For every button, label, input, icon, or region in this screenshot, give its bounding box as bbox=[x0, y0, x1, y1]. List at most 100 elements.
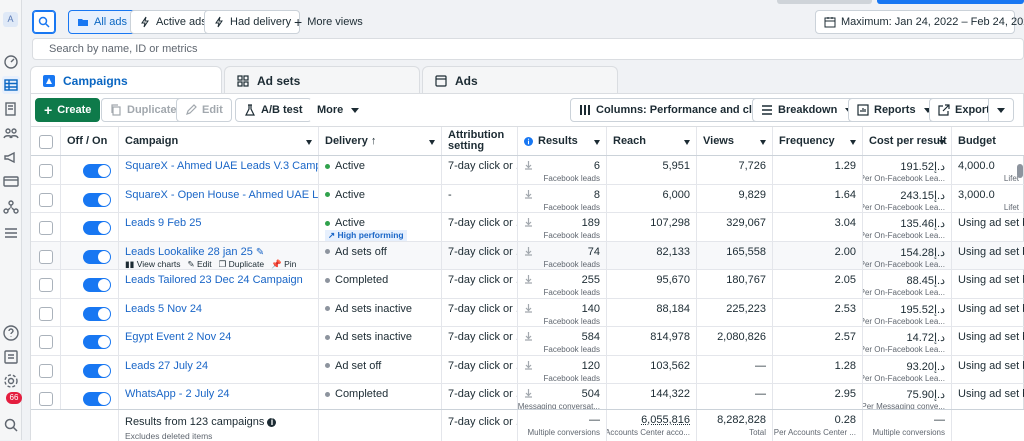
status-dot bbox=[325, 363, 330, 369]
table-grid-icon[interactable] bbox=[2, 76, 20, 94]
action-toolbar: + Create Duplicate Edit A/B test More Col… bbox=[31, 94, 1024, 126]
table-row[interactable]: Leads 27 July 24 Ad set off 7-day click or… bbox=[31, 355, 1024, 384]
reports-button[interactable]: Reports bbox=[848, 98, 941, 122]
more-actions-button[interactable]: More bbox=[309, 98, 368, 122]
duplicate-action[interactable]: ❐ Duplicate bbox=[219, 259, 264, 270]
campaign-on-off-toggle[interactable] bbox=[83, 249, 111, 264]
row-budget-cell: 4,000.0 Lifet bbox=[952, 156, 1024, 184]
select-all-checkbox[interactable] bbox=[39, 135, 53, 149]
lightning-icon bbox=[141, 16, 149, 28]
campaign-name-link[interactable]: WhatsApp - 2 July 24 bbox=[125, 388, 230, 400]
pencil-icon[interactable]: ✎ bbox=[256, 247, 264, 258]
col-off-on[interactable]: Off / On bbox=[61, 127, 119, 155]
megaphone-icon[interactable] bbox=[2, 148, 20, 166]
notifications-badge[interactable]: 66 bbox=[6, 392, 22, 404]
table-row[interactable]: Egypt Event 2 Nov 24 Ad sets inactive 7-da… bbox=[31, 327, 1024, 356]
table-row[interactable]: Leads 5 Nov 24 Ad sets inactive 7-day clic… bbox=[31, 298, 1024, 327]
campaign-name-link[interactable]: SquareX - Ahmed UAE Leads V.3 Campaign bbox=[125, 160, 318, 172]
row-delivery-cell: Ad sets inactive bbox=[319, 327, 442, 355]
row-checkbox[interactable] bbox=[39, 164, 53, 178]
campaign-name-link[interactable]: Leads 5 Nov 24 bbox=[125, 303, 202, 315]
events-manager-icon[interactable] bbox=[2, 198, 20, 216]
row-campaign-cell: WhatsApp - 2 July 24 bbox=[119, 384, 319, 412]
tab-campaigns[interactable]: Campaigns bbox=[30, 66, 222, 95]
billing-card-icon[interactable] bbox=[2, 172, 20, 190]
table-row[interactable]: Leads Lookalike 28 jan 25 ✎ ▮▮ View charts… bbox=[31, 241, 1024, 270]
row-select-cell bbox=[31, 184, 61, 212]
create-button[interactable]: + Create bbox=[35, 98, 101, 122]
row-toggle-cell bbox=[61, 184, 119, 212]
budget-value: Using ad set bu bbox=[958, 359, 1024, 372]
col-results[interactable]: Results bbox=[518, 127, 607, 155]
col-views[interactable]: Views bbox=[697, 127, 773, 155]
campaign-name-link[interactable]: Leads 27 July 24 bbox=[125, 360, 208, 372]
col-reach[interactable]: Reach bbox=[607, 127, 697, 155]
info-icon[interactable]: i bbox=[267, 418, 277, 427]
row-checkbox[interactable] bbox=[39, 221, 53, 235]
active-ads-view-button[interactable]: Active ads bbox=[130, 10, 216, 34]
all-ads-view-button[interactable]: All ads bbox=[68, 10, 137, 34]
col-attribution[interactable]: Attribution setting bbox=[442, 127, 518, 155]
campaign-name-link[interactable]: Leads Lookalike 28 jan 25 ✎ bbox=[125, 246, 264, 258]
reports-icon[interactable] bbox=[2, 348, 20, 366]
col-results-label: Results bbox=[538, 135, 578, 147]
row-attribution-cell: 7-day click or ... bbox=[442, 213, 518, 241]
search-toggle-button[interactable] bbox=[32, 10, 56, 34]
campaign-name-link[interactable]: Egypt Event 2 Nov 24 bbox=[125, 331, 231, 343]
table-row[interactable]: Leads 9 Feb 25 Active ↗ High performing 7-d… bbox=[31, 213, 1024, 242]
pages-icon[interactable] bbox=[2, 100, 20, 118]
search-input[interactable] bbox=[49, 43, 649, 55]
campaign-on-off-toggle[interactable] bbox=[83, 278, 111, 292]
row-checkbox[interactable] bbox=[39, 278, 53, 292]
export-options-button[interactable] bbox=[988, 98, 1014, 122]
gauge-icon[interactable] bbox=[2, 52, 20, 70]
table-row[interactable]: Leads Tailored 23 Dec 24 Campaign Complet… bbox=[31, 270, 1024, 299]
duplicate-button[interactable]: Duplicate bbox=[101, 98, 186, 122]
campaign-on-off-toggle[interactable] bbox=[83, 192, 111, 207]
table-row[interactable]: SquareX - Ahmed UAE Leads V.3 Campaign Ac… bbox=[31, 156, 1024, 185]
col-budget[interactable]: Budget bbox=[952, 127, 1024, 155]
row-checkbox[interactable] bbox=[39, 249, 53, 264]
view-charts-action[interactable]: ▮▮ View charts bbox=[125, 259, 181, 270]
help-icon[interactable] bbox=[2, 324, 20, 342]
audience-icon[interactable] bbox=[2, 124, 20, 142]
campaign-on-off-toggle[interactable] bbox=[83, 392, 111, 406]
row-checkbox[interactable] bbox=[39, 363, 53, 378]
col-campaign[interactable]: Campaign bbox=[119, 127, 319, 155]
col-delivery[interactable]: Delivery ↑ bbox=[319, 127, 442, 155]
horizontal-scroll-handle[interactable] bbox=[1017, 164, 1023, 178]
account-avatar[interactable]: A bbox=[3, 12, 18, 27]
row-toggle-cell bbox=[61, 156, 119, 184]
tab-ad-sets[interactable]: Ad sets bbox=[224, 66, 420, 94]
row-checkbox[interactable] bbox=[39, 392, 53, 406]
date-range-picker[interactable]: Maximum: Jan 24, 2022 – Feb 24, 2025 bbox=[815, 10, 1024, 34]
row-checkbox[interactable] bbox=[39, 335, 53, 349]
frequency-value: 1.28 bbox=[834, 359, 856, 372]
tab-ads[interactable]: Ads bbox=[422, 66, 618, 94]
edit-action[interactable]: ✎ Edit bbox=[188, 259, 212, 270]
campaign-on-off-toggle[interactable] bbox=[83, 306, 111, 321]
table-row[interactable]: SquareX - Open House - Ahmed UAE Leads V… bbox=[31, 184, 1024, 213]
delivery-status: Ad sets inactive bbox=[325, 331, 412, 343]
row-checkbox[interactable] bbox=[39, 306, 53, 321]
campaign-on-off-toggle[interactable] bbox=[83, 363, 111, 378]
pin-action[interactable]: 📌 Pin bbox=[271, 259, 296, 270]
campaign-on-off-toggle[interactable] bbox=[83, 335, 111, 349]
more-views-button[interactable]: + More views bbox=[286, 10, 371, 34]
campaign-on-off-toggle[interactable] bbox=[83, 221, 111, 235]
row-checkbox[interactable] bbox=[39, 192, 53, 207]
breakdown-button[interactable]: Breakdown bbox=[752, 98, 863, 122]
campaign-name-link[interactable]: SquareX - Open House - Ahmed UAE Leads V… bbox=[125, 189, 318, 201]
campaign-name-link[interactable]: Leads Tailored 23 Dec 24 Campaign bbox=[125, 274, 303, 286]
ab-test-button[interactable]: A/B test bbox=[235, 98, 312, 122]
search-icon[interactable] bbox=[2, 416, 20, 434]
campaign-on-off-toggle[interactable] bbox=[83, 164, 111, 178]
summary-results-cell: — Multiple conversions bbox=[518, 410, 607, 441]
summary-reach: 6,055,816 bbox=[641, 414, 690, 426]
edit-button[interactable]: Edit bbox=[176, 98, 232, 122]
settings-gear-icon[interactable] bbox=[2, 372, 20, 390]
campaign-name-link[interactable]: Leads 9 Feb 25 bbox=[125, 217, 201, 229]
col-frequency[interactable]: Frequency bbox=[773, 127, 863, 155]
menu-icon[interactable] bbox=[2, 224, 20, 242]
col-cost-per-result[interactable]: Cost per result bbox=[863, 127, 952, 155]
